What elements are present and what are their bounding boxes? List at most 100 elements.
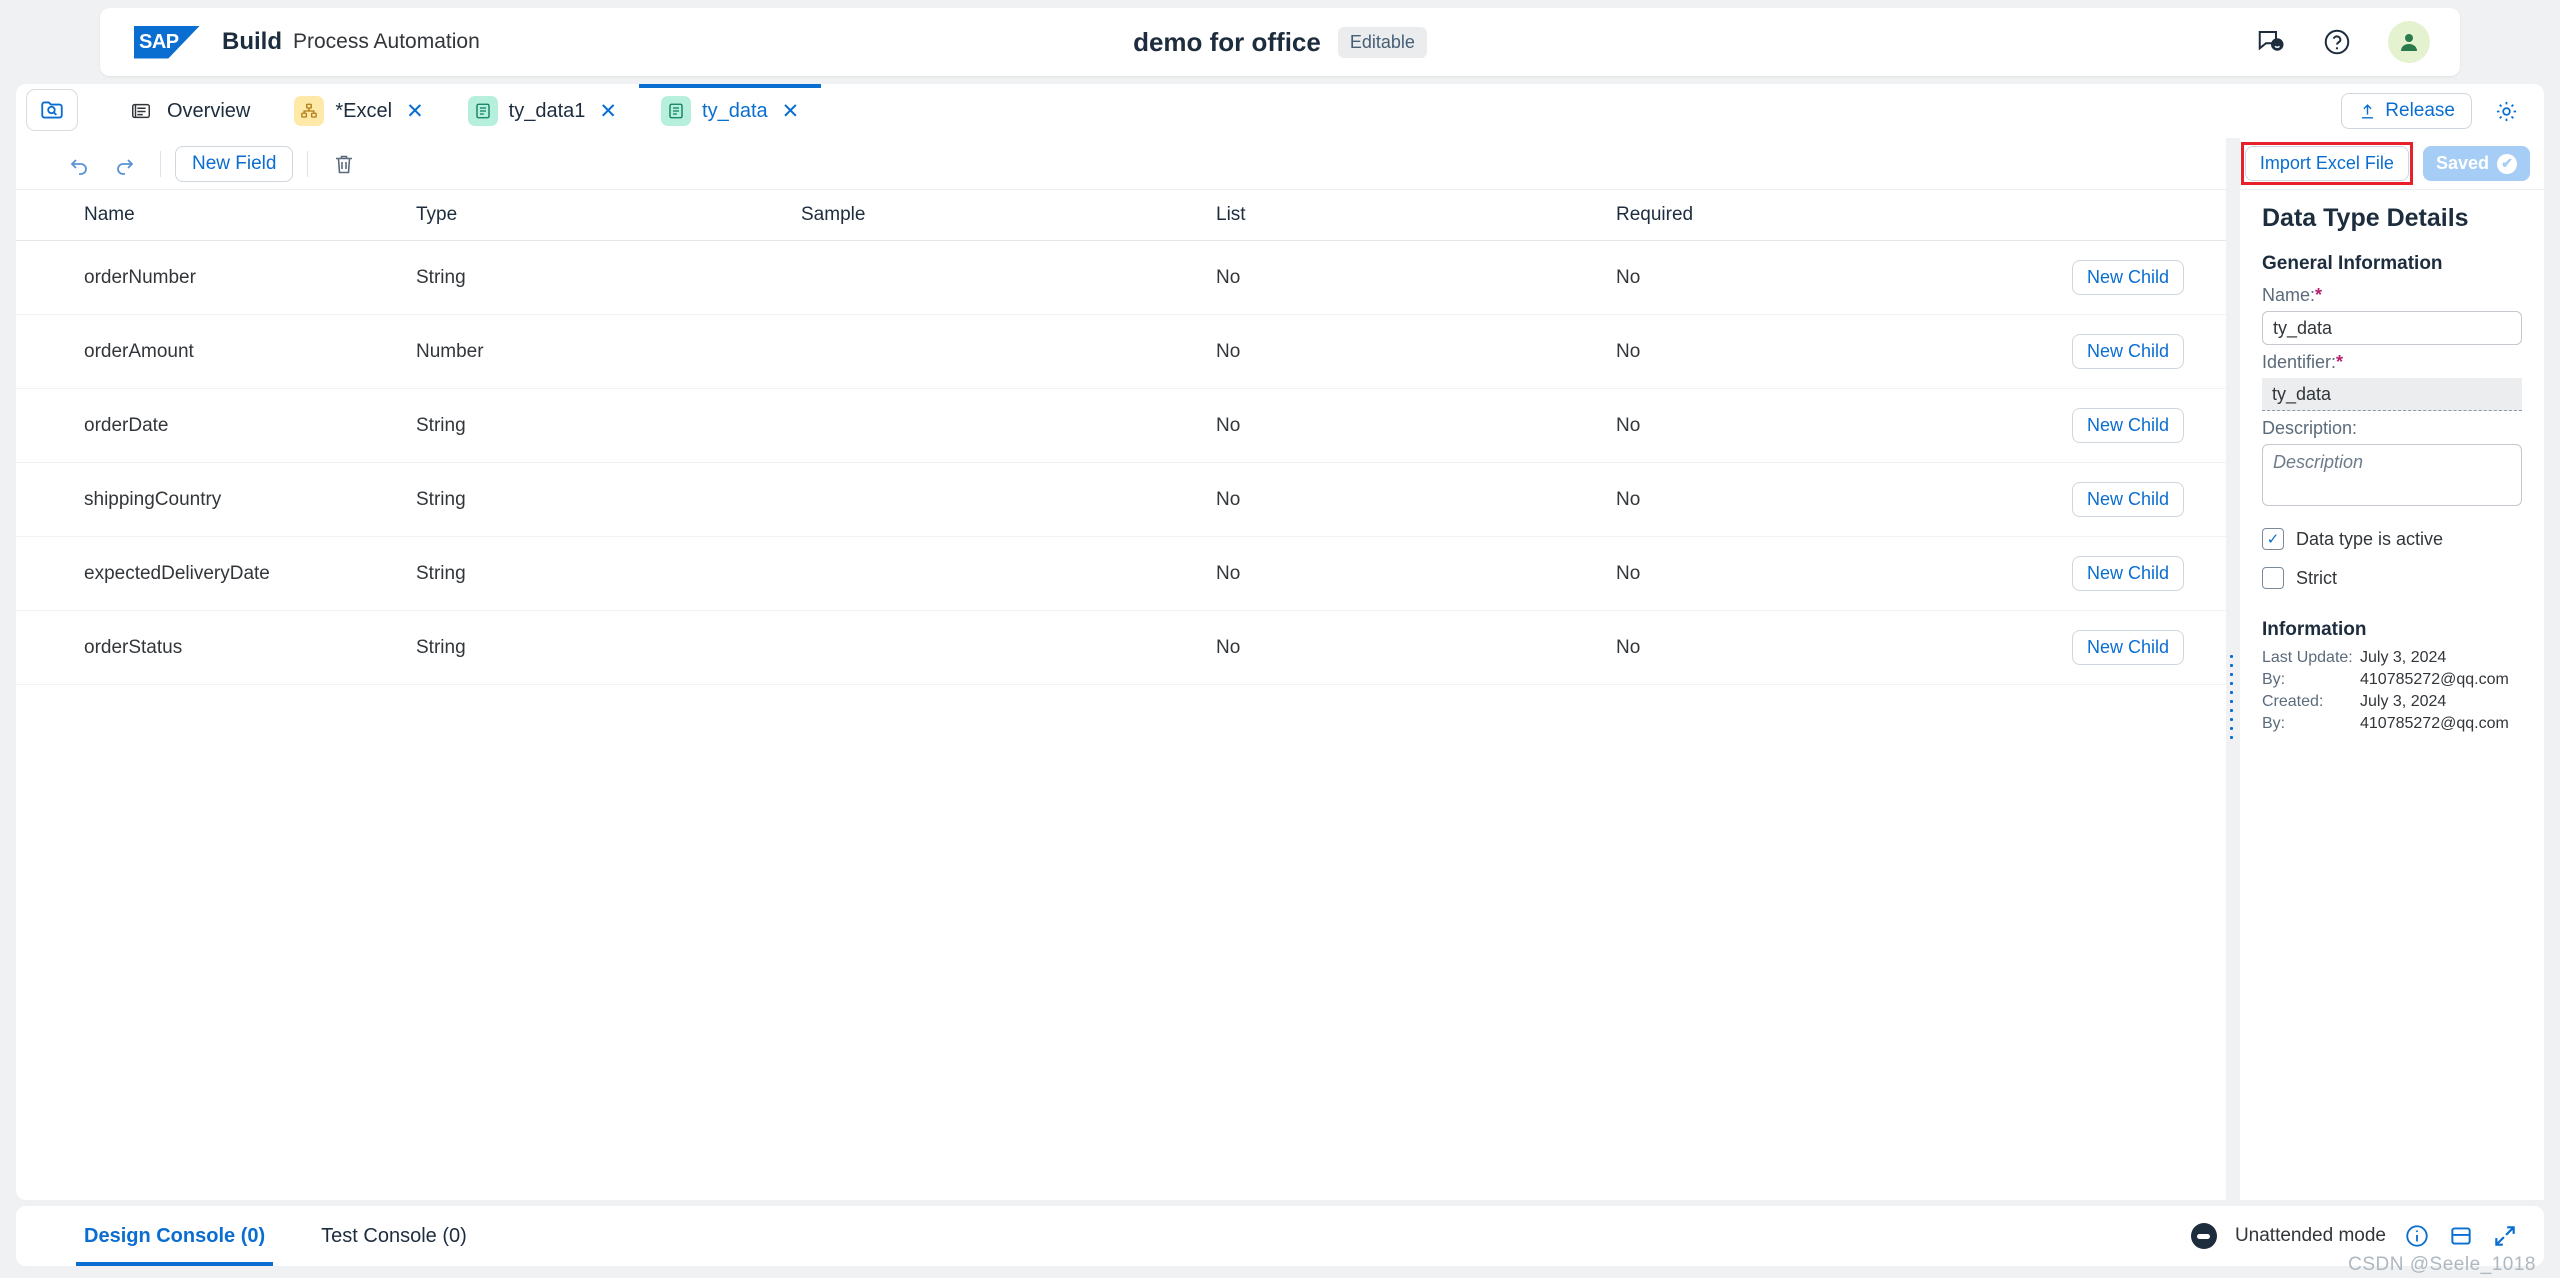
table-row[interactable]: orderAmount Number No No New Child (16, 314, 2226, 389)
tab-design-console[interactable]: Design Console (0) (76, 1206, 274, 1266)
cell-actions: New Child (2016, 610, 2226, 685)
import-excel-file-button[interactable]: Import Excel File (2244, 146, 2409, 181)
identifier-input (2262, 378, 2522, 411)
cell-field-required: No (1616, 536, 2016, 611)
tab-close-icon[interactable]: ✕ (782, 101, 800, 122)
trash-icon[interactable] (322, 146, 366, 182)
saved-label: Saved (2435, 153, 2489, 173)
column-header-required: Required (1616, 190, 2016, 241)
cell-field-required: No (1616, 462, 2016, 537)
tab-close-icon[interactable]: ✕ (406, 101, 424, 122)
required-asterisk: * (2315, 285, 2323, 305)
details-title: Data Type Details (2262, 204, 2469, 232)
details-actions: Import Excel File Saved ✔ (2240, 138, 2544, 190)
table-header-row: Name Type Sample List Required (16, 190, 2226, 241)
information-key: By: (2262, 715, 2286, 732)
column-header-actions (2016, 190, 2226, 241)
table-row[interactable]: orderDate String No No New Child (16, 388, 2226, 463)
tab-overview[interactable]: Overview (104, 84, 272, 138)
information-key: Created: (2262, 693, 2324, 710)
new-child-button[interactable]: New Child (2071, 630, 2184, 665)
tab-label: ty_data1 (508, 99, 586, 122)
cell-field-type: String (416, 388, 801, 463)
cell-field-sample (801, 462, 1216, 537)
information-value: 410785272@qq.com (2360, 715, 2509, 732)
table-row[interactable]: expectedDeliveryDate String No No New Child (16, 536, 2226, 611)
undo-icon[interactable] (58, 146, 102, 182)
description-textarea[interactable] (2262, 444, 2522, 506)
information-row: By: 410785272@qq.com (2262, 669, 2522, 691)
cell-field-required: No (1616, 240, 2016, 315)
release-button[interactable]: Release (2341, 93, 2472, 129)
cell-actions: New Child (2016, 388, 2226, 463)
data-type-active-checkbox[interactable]: ✓ Data type is active (2262, 528, 2522, 550)
unattended-mode-icon (2190, 1223, 2217, 1249)
drag-handle-icon[interactable] (2229, 652, 2237, 739)
tab-excel[interactable]: *Excel ✕ (272, 84, 445, 138)
gear-icon[interactable] (2484, 93, 2528, 129)
information-value: July 3, 2024 (2360, 693, 2447, 710)
cell-field-required: No (1616, 388, 2016, 463)
checkbox-label: Data type is active (2296, 528, 2444, 549)
fields-pane: New Field Name Type Sample List Required (16, 138, 2226, 1200)
brand-name: Build (222, 28, 282, 55)
page-title: demo for office (1133, 26, 1321, 57)
table-row[interactable]: shippingCountry String No No New Child (16, 462, 2226, 537)
tab-ty-data[interactable]: ty_data ✕ (639, 84, 822, 138)
feedback-icon[interactable] (2256, 27, 2286, 57)
cell-field-type: String (416, 462, 801, 537)
brand-subtitle: Process Automation (293, 30, 480, 53)
app-root: SAP Build Process Automation demo for of… (0, 0, 2560, 1278)
tab-label: *Excel (335, 99, 393, 122)
cell-field-sample (801, 388, 1216, 463)
tab-label: ty_data (702, 99, 768, 122)
new-child-button[interactable]: New Child (2071, 260, 2184, 295)
check-icon: ✔ (2497, 153, 2517, 174)
import-excel-highlight: Import Excel File (2240, 142, 2414, 185)
new-child-button[interactable]: New Child (2071, 334, 2184, 369)
bottom-bar: Design Console (0) Test Console (0) Unat… (16, 1206, 2544, 1266)
release-label: Release (2385, 100, 2455, 121)
sap-logo: SAP (134, 25, 200, 59)
cell-field-type: String (416, 610, 801, 685)
tab-label: Overview (167, 99, 251, 122)
new-child-button[interactable]: New Child (2071, 556, 2184, 591)
new-child-button[interactable]: New Child (2071, 482, 2184, 517)
checkbox-checked-icon: ✓ (2262, 528, 2284, 550)
redo-icon[interactable] (102, 146, 146, 182)
name-field-label: Name:* (2262, 285, 2323, 305)
information-value: 410785272@qq.com (2360, 671, 2509, 688)
panel-toggle-icon[interactable] (2448, 1223, 2474, 1249)
cell-field-type: String (416, 536, 801, 611)
table-row[interactable]: orderNumber String No No New Child (16, 240, 2226, 315)
table-row[interactable]: orderStatus String No No New Child (16, 610, 2226, 685)
tab-ty-data1[interactable]: ty_data1 ✕ (446, 84, 639, 138)
info-icon[interactable] (2404, 1223, 2430, 1249)
cell-field-type: String (416, 240, 801, 315)
cell-field-list: No (1216, 536, 1616, 611)
strict-checkbox[interactable]: Strict (2262, 567, 2522, 589)
panel-splitter[interactable] (2226, 138, 2240, 1200)
cell-field-sample (801, 314, 1216, 389)
tab-close-icon[interactable]: ✕ (599, 101, 617, 122)
cell-field-sample (801, 240, 1216, 315)
column-header-sample: Sample (801, 190, 1216, 241)
new-field-button[interactable]: New Field (175, 145, 294, 182)
cell-actions: New Child (2016, 240, 2226, 315)
new-child-button[interactable]: New Child (2071, 408, 2184, 443)
help-icon[interactable] (2322, 27, 2352, 57)
identifier-field-label: Identifier:* (2262, 352, 2344, 372)
data-type-icon (661, 96, 692, 126)
cell-field-sample (801, 610, 1216, 685)
bottom-status-group: Unattended mode (2190, 1223, 2518, 1249)
cell-field-list: No (1216, 388, 1616, 463)
expand-icon[interactable] (2492, 1223, 2518, 1249)
name-input[interactable] (2262, 311, 2522, 345)
avatar[interactable] (2388, 21, 2430, 63)
cell-field-required: No (1616, 314, 2016, 389)
cell-actions: New Child (2016, 462, 2226, 537)
explorer-search-icon[interactable] (26, 89, 78, 131)
information-row: By: 410785272@qq.com (2262, 713, 2522, 735)
toolbar-divider (160, 150, 161, 177)
tab-test-console[interactable]: Test Console (0) (313, 1206, 475, 1266)
